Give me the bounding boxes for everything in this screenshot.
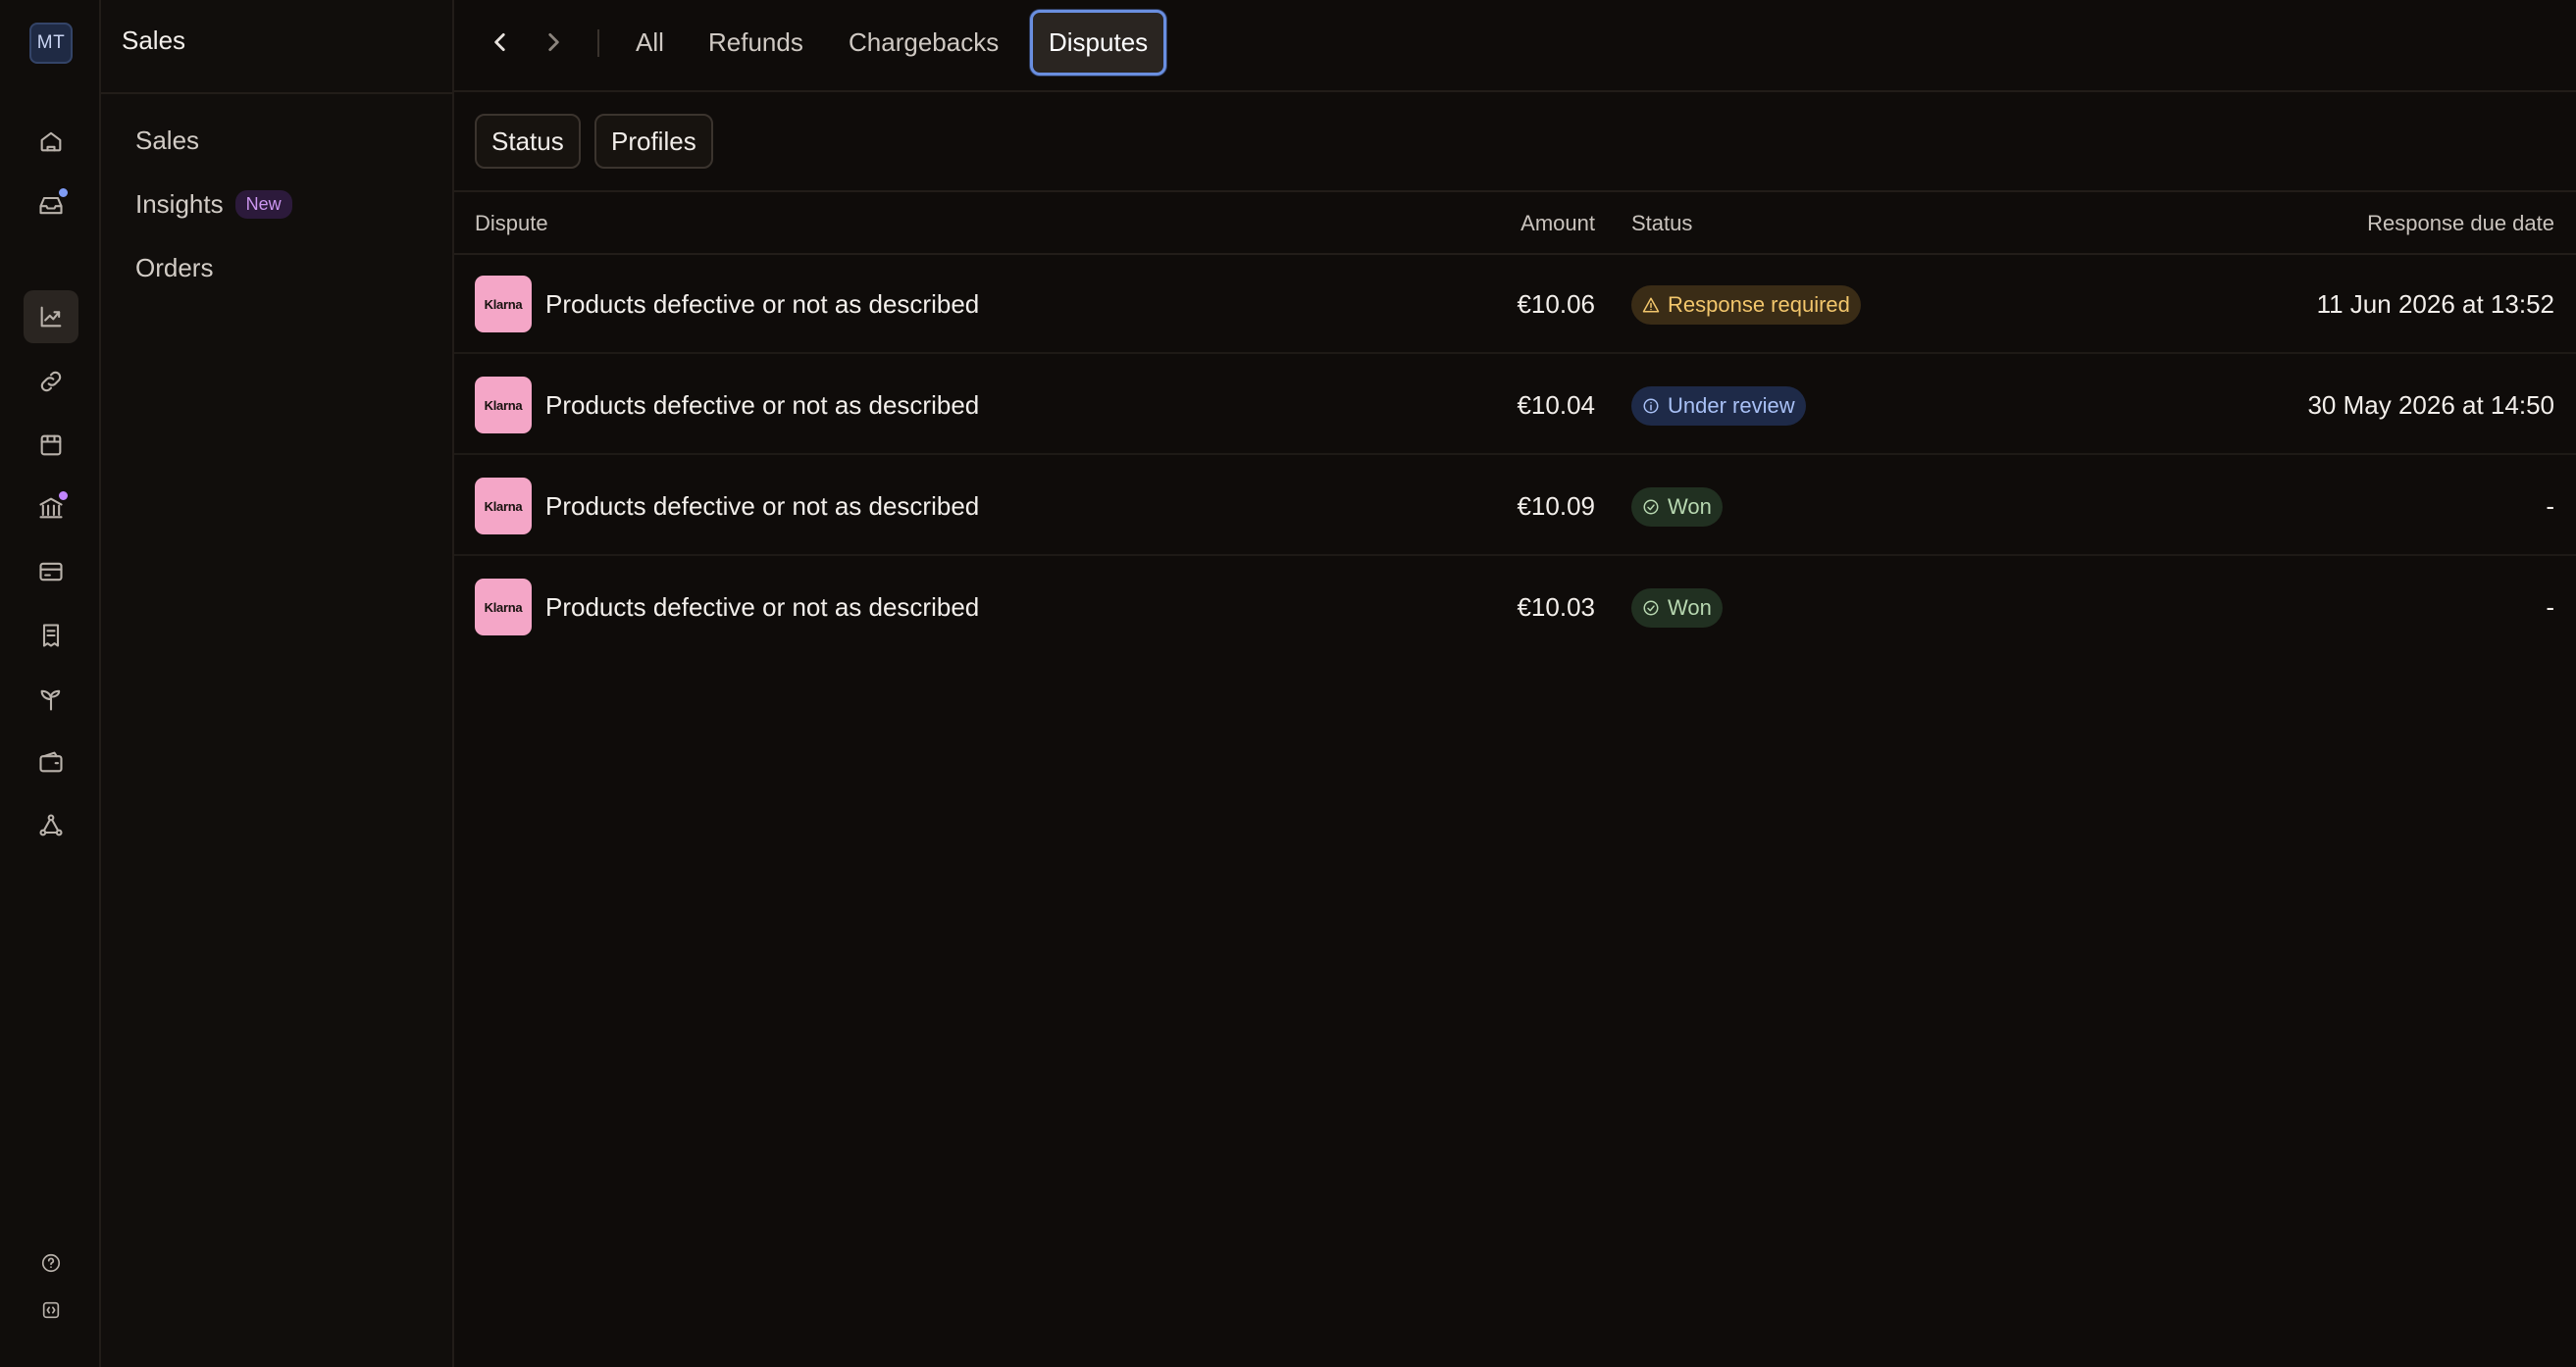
dispute-reason: Products defective or not as described bbox=[545, 592, 980, 622]
tab-refunds[interactable]: Refunds bbox=[693, 10, 819, 76]
forward-button[interactable] bbox=[536, 25, 571, 60]
notification-dot bbox=[57, 489, 70, 502]
filter-bar: Status Profiles bbox=[454, 94, 2576, 192]
dispute-reason: Products defective or not as described bbox=[545, 390, 980, 420]
table-row[interactable]: Klarna Products defective or not as desc… bbox=[454, 457, 2576, 556]
response-due-date: 30 May 2026 at 14:50 bbox=[2307, 390, 2554, 420]
notification-dot bbox=[57, 186, 70, 199]
status-filter-button[interactable]: Status bbox=[475, 114, 581, 169]
network-icon[interactable] bbox=[24, 799, 78, 852]
sidebar-item-orders[interactable]: Orders bbox=[135, 253, 213, 283]
link-icon[interactable] bbox=[24, 355, 78, 408]
sales-sidebar: Sales Sales Insights New Orders bbox=[101, 0, 454, 1367]
tab-all[interactable]: All bbox=[620, 10, 680, 76]
home-icon[interactable] bbox=[24, 115, 78, 168]
dispute-amount: €10.06 bbox=[1517, 289, 1595, 319]
table-body: Klarna Products defective or not as desc… bbox=[454, 255, 2576, 667]
status-badge: Under review bbox=[1631, 386, 1806, 426]
bank-icon[interactable] bbox=[24, 481, 78, 534]
dispute-reason: Products defective or not as described bbox=[545, 289, 980, 319]
klarna-logo: Klarna bbox=[475, 579, 532, 635]
response-due-date: 11 Jun 2026 at 13:52 bbox=[2316, 289, 2554, 319]
status-badge: Response required bbox=[1631, 285, 1861, 325]
check-circle-icon bbox=[1643, 600, 1659, 616]
response-due-date: - bbox=[2546, 491, 2554, 521]
receipt-icon[interactable] bbox=[24, 609, 78, 662]
profiles-filter-button[interactable]: Profiles bbox=[594, 114, 713, 169]
sidebar-item-label: Sales bbox=[135, 126, 200, 155]
status-label: Response required bbox=[1668, 292, 1850, 317]
status-label: Under review bbox=[1668, 393, 1795, 418]
status-label: Won bbox=[1668, 494, 1712, 519]
table-row[interactable]: Klarna Products defective or not as desc… bbox=[454, 356, 2576, 455]
sidebar-item-label: Orders bbox=[135, 253, 214, 282]
info-icon bbox=[1643, 398, 1659, 414]
column-header-dispute[interactable]: Dispute bbox=[475, 211, 548, 236]
chart-icon[interactable] bbox=[24, 290, 78, 343]
column-header-amount[interactable]: Amount bbox=[1520, 211, 1595, 236]
status-badge: Won bbox=[1631, 487, 1723, 527]
table-header: Dispute Amount Status Response due date bbox=[454, 192, 2576, 255]
back-button[interactable] bbox=[483, 25, 518, 60]
sprout-icon[interactable] bbox=[24, 673, 78, 726]
separator bbox=[597, 29, 599, 57]
inbox-icon[interactable] bbox=[24, 178, 78, 231]
top-bar: All Refunds Chargebacks Disputes bbox=[454, 0, 2576, 92]
main-content: All Refunds Chargebacks Disputes Status … bbox=[454, 0, 2576, 1367]
dispute-amount: €10.09 bbox=[1517, 491, 1595, 521]
dispute-amount: €10.03 bbox=[1517, 592, 1595, 622]
wallet-icon[interactable] bbox=[24, 735, 78, 788]
column-header-status[interactable]: Status bbox=[1631, 211, 1692, 236]
sidebar-item-insights[interactable]: Insights New bbox=[135, 189, 292, 220]
sidebar-item-sales[interactable]: Sales bbox=[135, 126, 199, 156]
table-row[interactable]: Klarna Products defective or not as desc… bbox=[454, 558, 2576, 657]
status-label: Won bbox=[1668, 595, 1712, 620]
status-badge: Won bbox=[1631, 588, 1723, 628]
warning-icon bbox=[1642, 297, 1660, 313]
sidebar-title: Sales bbox=[122, 25, 186, 55]
klarna-logo: Klarna bbox=[475, 276, 532, 332]
response-due-date: - bbox=[2546, 592, 2554, 622]
dispute-reason: Products defective or not as described bbox=[545, 491, 980, 521]
divider bbox=[101, 92, 452, 94]
avatar[interactable]: MT bbox=[29, 23, 73, 64]
klarna-logo: Klarna bbox=[475, 478, 532, 534]
check-circle-icon bbox=[1643, 499, 1659, 515]
column-header-response-due-date[interactable]: Response due date bbox=[2367, 211, 2554, 236]
klarna-logo: Klarna bbox=[475, 377, 532, 433]
tab-chargebacks[interactable]: Chargebacks bbox=[833, 10, 1014, 76]
tab-disputes[interactable]: Disputes bbox=[1030, 10, 1167, 76]
sidebar-item-label: Insights bbox=[135, 189, 224, 219]
card-icon[interactable] bbox=[24, 545, 78, 598]
new-badge: New bbox=[234, 190, 292, 219]
icon-rail: MT bbox=[0, 0, 101, 1367]
code-icon[interactable] bbox=[24, 1284, 78, 1337]
help-icon[interactable] bbox=[24, 1237, 78, 1290]
table-row[interactable]: Klarna Products defective or not as desc… bbox=[454, 255, 2576, 354]
dispute-amount: €10.04 bbox=[1517, 390, 1595, 420]
store-icon[interactable] bbox=[24, 419, 78, 472]
